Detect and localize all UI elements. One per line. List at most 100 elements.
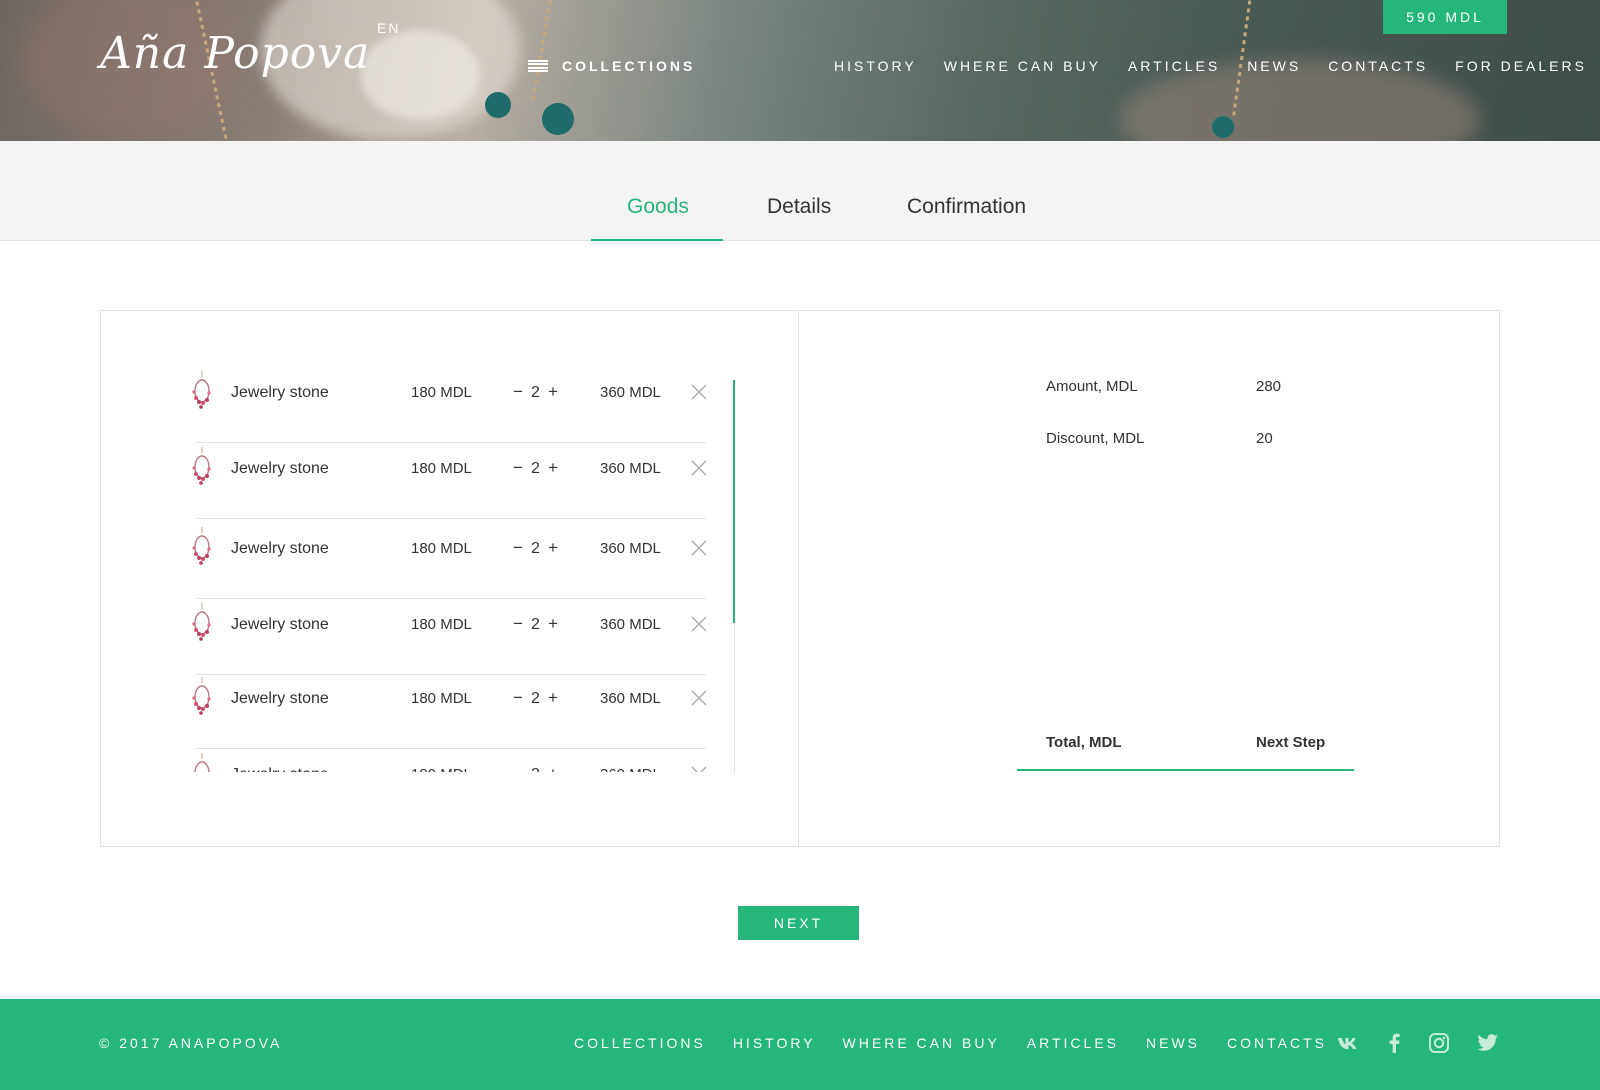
item-price: 180 MDL	[411, 616, 472, 633]
footer-nav-news[interactable]: NEWS	[1146, 1035, 1200, 1051]
footer-nav-where-can-buy[interactable]: WHERE CAN BUY	[843, 1035, 1000, 1051]
nav-where-can-buy[interactable]: WHERE CAN BUY	[944, 58, 1101, 74]
decrease-quantity-button[interactable]: −	[513, 614, 523, 634]
cart-items-list: Jewelry stone 180 MDL −2 +360 MDL Jewelry st…	[190, 368, 710, 772]
item-quantity: 2	[531, 540, 540, 557]
decrease-quantity-button[interactable]: −	[513, 688, 523, 708]
item-price: 180 MDL	[411, 690, 472, 707]
increase-quantity-button[interactable]: +	[548, 688, 558, 708]
item-total: 360 MDL	[600, 766, 661, 772]
footer-nav: COLLECTIONS HISTORY WHERE CAN BUY ARTICL…	[574, 1035, 1327, 1051]
language-switcher[interactable]: EN	[377, 20, 400, 36]
jewelry-thumbnail[interactable]	[190, 447, 214, 487]
item-quantity: 2	[531, 616, 540, 633]
row-separator	[196, 518, 706, 519]
nav-news[interactable]: NEWS	[1247, 58, 1301, 74]
total-underline	[1017, 769, 1354, 771]
tab-goods[interactable]: Goods	[627, 195, 689, 219]
remove-item-icon[interactable]	[690, 689, 708, 707]
item-price: 180 MDL	[411, 460, 472, 477]
tab-details[interactable]: Details	[767, 195, 831, 219]
jewelry-thumbnail[interactable]	[190, 603, 214, 643]
item-name: Jewelry stone	[231, 384, 329, 401]
increase-quantity-button[interactable]: +	[548, 382, 558, 402]
item-price: 180 MDL	[411, 766, 472, 772]
item-name: Jewelry stone	[231, 766, 329, 772]
item-name: Jewelry stone	[231, 616, 329, 633]
jewelry-thumbnail[interactable]	[190, 677, 214, 717]
jewelry-thumbnail[interactable]	[190, 527, 214, 567]
hamburger-icon	[528, 60, 548, 72]
item-quantity: 2	[531, 766, 540, 772]
logo[interactable]: Aña Popova	[100, 28, 370, 79]
nav-for-dealers[interactable]: FOR DEALERS	[1455, 58, 1587, 74]
item-total: 360 MDL	[600, 616, 661, 633]
total-label: Total, MDL	[1046, 734, 1122, 751]
cart-item-row: Jewelry stone180 MDL−2+360 MDL	[190, 444, 708, 519]
decrease-quantity-button[interactable]: −	[513, 382, 523, 402]
panel-divider	[798, 310, 799, 847]
item-total: 360 MDL	[600, 690, 661, 707]
discount-value: 20	[1256, 430, 1273, 447]
vk-icon[interactable]	[1337, 1033, 1359, 1053]
amount-label: Amount, MDL	[1046, 378, 1138, 395]
decrease-quantity-button[interactable]: −	[513, 764, 523, 772]
increase-quantity-button[interactable]: +	[548, 458, 558, 478]
footer-nav-collections[interactable]: COLLECTIONS	[574, 1035, 706, 1051]
row-separator	[196, 748, 706, 749]
cart-item-row: Jewelry stone 180 MDL −2 +360 MDL	[190, 674, 708, 749]
item-name: Jewelry stone	[231, 690, 329, 707]
amount-value: 280	[1256, 378, 1282, 395]
remove-item-icon[interactable]	[690, 615, 708, 633]
nav-contacts[interactable]: CONTACTS	[1328, 58, 1428, 74]
facebook-icon[interactable]	[1383, 1033, 1405, 1053]
checkout-steps: Goods Details Confirmation	[0, 141, 1600, 241]
copyright: © 2017 ANAPOPOVA	[99, 1035, 283, 1051]
cart-item-row: Jewelry stone 180 MDL −2 +360 MDL	[190, 368, 708, 443]
scrollbar-thumb[interactable]	[733, 380, 735, 623]
item-total: 360 MDL	[600, 540, 661, 557]
footer: © 2017 ANAPOPOVA COLLECTIONS HISTORY WHE…	[0, 999, 1600, 1090]
discount-label: Discount, MDL	[1046, 430, 1145, 447]
active-tab-indicator	[591, 239, 723, 241]
footer-nav-contacts[interactable]: CONTACTS	[1227, 1035, 1327, 1051]
next-button[interactable]: NEXT	[738, 906, 859, 940]
nav-history[interactable]: HISTORY	[834, 58, 917, 74]
remove-item-icon[interactable]	[690, 459, 708, 477]
increase-quantity-button[interactable]: +	[548, 538, 558, 558]
nav-articles[interactable]: ARTICLES	[1128, 58, 1220, 74]
main-nav: HISTORY WHERE CAN BUY ARTICLES NEWS CONT…	[834, 58, 1587, 74]
increase-quantity-button[interactable]: +	[548, 764, 558, 772]
item-quantity: 2	[531, 690, 540, 707]
decrease-quantity-button[interactable]: −	[513, 458, 523, 478]
jewelry-thumbnail[interactable]	[190, 371, 214, 411]
item-quantity: 2	[531, 460, 540, 477]
item-name: Jewelry stone	[231, 460, 329, 477]
jewelry-thumbnail[interactable]	[190, 753, 214, 772]
row-separator	[196, 442, 706, 443]
item-name: Jewelry stone	[231, 540, 329, 557]
item-price: 180 MDL	[411, 540, 472, 557]
cart-total-button[interactable]: 590 MDL	[1383, 0, 1507, 34]
collections-menu-button[interactable]: COLLECTIONS	[528, 58, 695, 74]
item-total: 360 MDL	[600, 384, 661, 401]
footer-nav-history[interactable]: HISTORY	[733, 1035, 816, 1051]
remove-item-icon[interactable]	[690, 539, 708, 557]
remove-item-icon[interactable]	[690, 383, 708, 401]
cart-item-row: Jewelry stone 180 MDL −2 +360 MDL	[190, 524, 708, 599]
footer-nav-articles[interactable]: ARTICLES	[1027, 1035, 1119, 1051]
cart-item-row: Jewelry stone 180 MDL −2 +360 MDL	[190, 600, 708, 675]
item-quantity: 2	[531, 384, 540, 401]
next-step-link[interactable]: Next Step	[1256, 734, 1325, 751]
instagram-icon[interactable]	[1428, 1033, 1450, 1053]
tab-confirmation[interactable]: Confirmation	[907, 195, 1026, 219]
collections-label: COLLECTIONS	[562, 58, 696, 74]
row-separator	[196, 598, 706, 599]
twitter-icon[interactable]	[1477, 1033, 1499, 1053]
item-price: 180 MDL	[411, 384, 472, 401]
decrease-quantity-button[interactable]: −	[513, 538, 523, 558]
header-hero: Aña Popova EN COLLECTIONS HISTORY WHERE …	[0, 0, 1600, 141]
cart-item-row: Jewelry stone 180 MDL − 2 +360 MDL	[190, 750, 708, 772]
increase-quantity-button[interactable]: +	[548, 614, 558, 634]
remove-item-icon[interactable]	[690, 765, 708, 772]
